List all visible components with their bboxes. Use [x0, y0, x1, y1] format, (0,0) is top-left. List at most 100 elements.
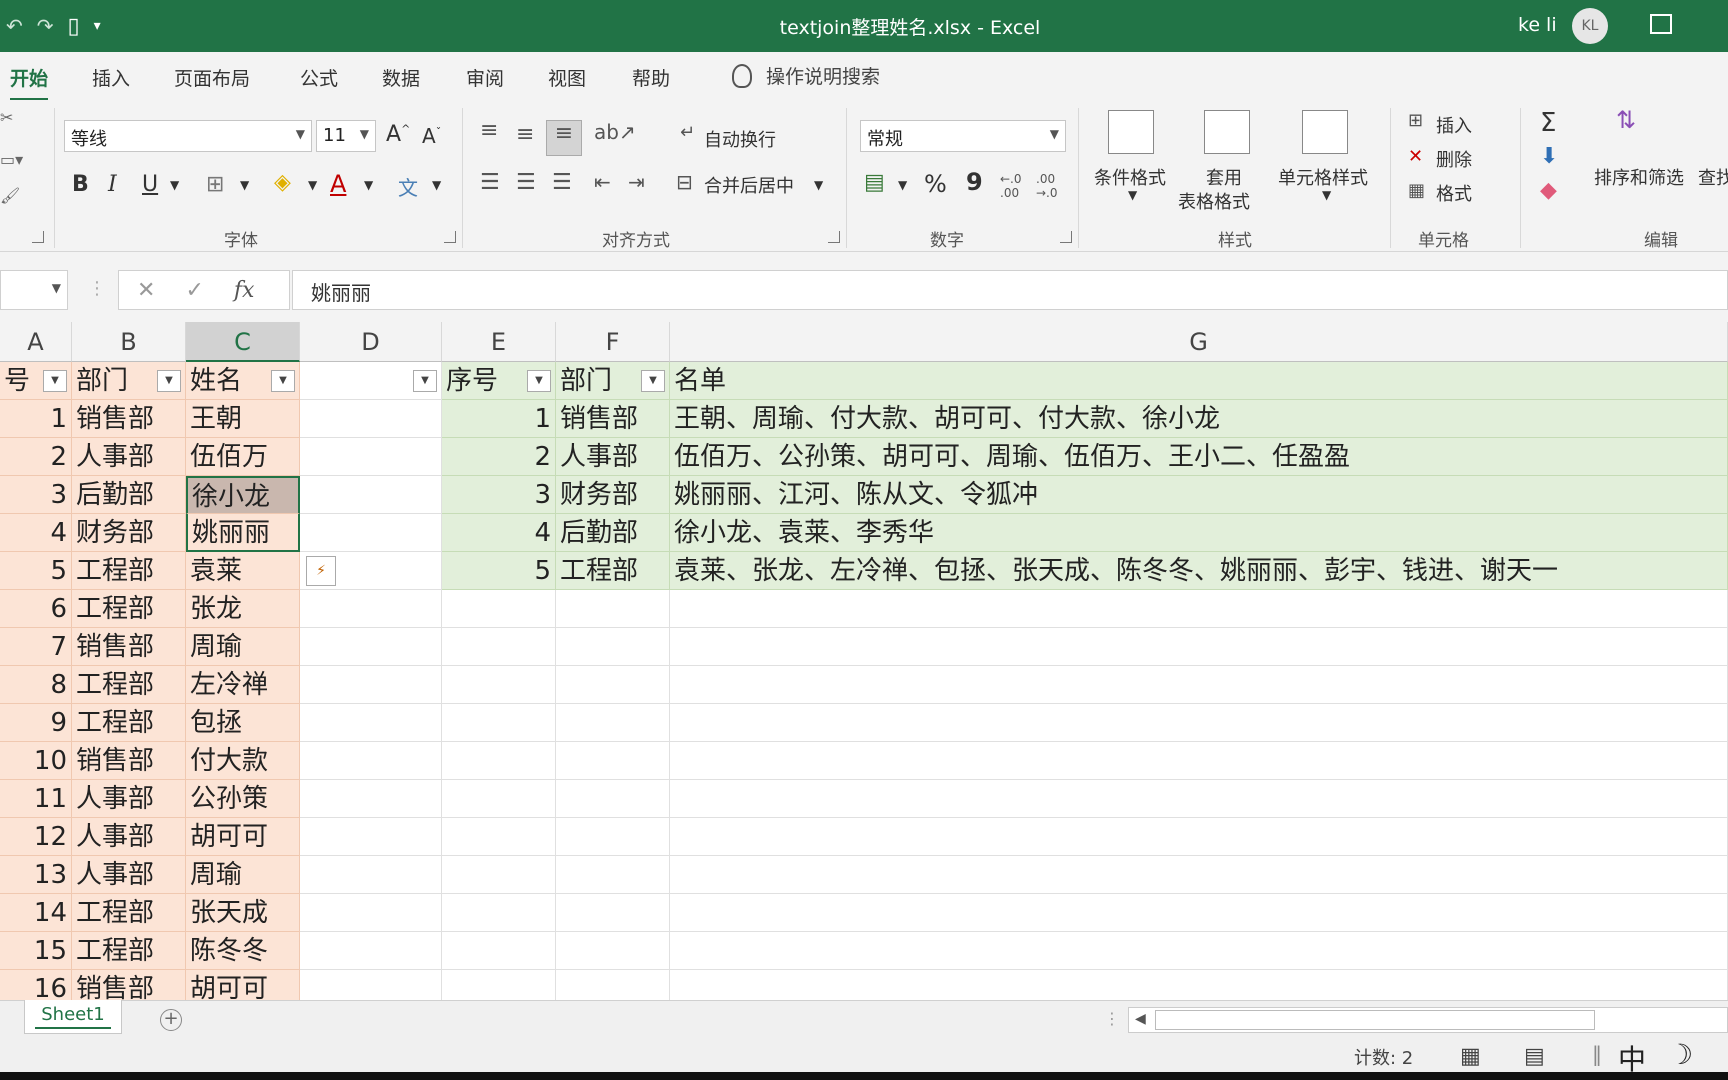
table-row-name[interactable]: 张天成 [186, 894, 300, 932]
column-header-e[interactable]: E [442, 322, 556, 362]
empty-cell[interactable] [442, 894, 556, 932]
merge-center-icon[interactable]: ⊟ [676, 170, 693, 194]
percent-button[interactable]: % [924, 170, 947, 198]
empty-cell[interactable] [442, 590, 556, 628]
cell-d1[interactable]: ▼ [300, 362, 442, 400]
cell-d[interactable] [300, 514, 442, 552]
empty-cell[interactable] [670, 856, 1728, 894]
table-row-number[interactable]: 9 [0, 704, 72, 742]
cell-d[interactable] [300, 666, 442, 704]
cell-d[interactable] [300, 932, 442, 970]
phonetic-guide-icon[interactable]: 文 [398, 172, 418, 201]
chevron-down-icon[interactable]: ▼ [1128, 188, 1137, 202]
cell-d[interactable] [300, 894, 442, 932]
delete-cells-button[interactable]: 删除 [1436, 146, 1472, 172]
empty-cell[interactable] [556, 590, 670, 628]
table-row-name[interactable]: 包拯 [186, 704, 300, 742]
empty-cell[interactable] [556, 742, 670, 780]
empty-cell[interactable] [442, 704, 556, 742]
empty-cell[interactable] [670, 628, 1728, 666]
header-cell-e1[interactable]: 序号 ▼ [442, 362, 556, 400]
table-row-department[interactable]: 人事部 [72, 780, 186, 818]
table-row-name-list[interactable]: 伍佰万、公孙策、胡可可、周瑜、伍佰万、王小二、任盈盈 [670, 438, 1728, 476]
chevron-down-icon[interactable]: ▼ [240, 178, 249, 192]
moon-icon[interactable]: ☽ [1668, 1038, 1693, 1071]
empty-cell[interactable] [670, 742, 1728, 780]
table-row-name[interactable]: 王朝 [186, 400, 300, 438]
name-box[interactable]: ▼ [0, 270, 68, 310]
table-row-name[interactable]: 姚丽丽 [186, 514, 300, 552]
horizontal-scrollbar[interactable]: ◀ [1128, 1007, 1728, 1033]
cut-icon[interactable]: ✂ [0, 108, 13, 127]
insert-cells-icon[interactable]: ⊞ [1408, 110, 1423, 131]
insert-function-icon[interactable]: fx [234, 278, 255, 303]
table-row-number[interactable]: 4 [442, 514, 556, 552]
table-row-department[interactable]: 人事部 [72, 856, 186, 894]
table-row-name[interactable]: 张龙 [186, 590, 300, 628]
table-row-number[interactable]: 14 [0, 894, 72, 932]
orientation-icon[interactable]: ab↗ [594, 120, 636, 144]
fill-icon[interactable]: ⬇ [1540, 144, 1558, 169]
column-header-a[interactable]: A [0, 322, 72, 362]
header-cell-g1[interactable]: 名单 [670, 362, 1728, 400]
normal-view-icon[interactable]: ▦ [1460, 1044, 1481, 1069]
cell-styles-button[interactable]: 单元格样式 [1278, 164, 1368, 190]
empty-cell[interactable] [556, 628, 670, 666]
wrap-text-button[interactable]: 自动换行 [704, 126, 776, 152]
filter-dropdown-icon[interactable]: ▼ [43, 370, 67, 392]
fill-color-icon[interactable]: ◈ [274, 170, 291, 195]
empty-cell[interactable] [670, 780, 1728, 818]
empty-cell[interactable] [556, 780, 670, 818]
table-row-number[interactable]: 6 [0, 590, 72, 628]
filter-dropdown-icon[interactable]: ▼ [641, 370, 665, 392]
clear-icon[interactable]: ◆ [1540, 178, 1557, 203]
cell-d[interactable] [300, 856, 442, 894]
number-launcher-icon[interactable] [1060, 231, 1072, 243]
empty-cell[interactable] [442, 818, 556, 856]
table-row-name[interactable]: 周瑜 [186, 628, 300, 666]
header-cell-f1[interactable]: 部门 ▼ [556, 362, 670, 400]
insert-cells-button[interactable]: 插入 [1436, 112, 1472, 138]
conditional-formatting-button[interactable]: 条件格式 [1094, 164, 1166, 190]
chevron-down-icon[interactable]: ▼ [170, 178, 179, 192]
empty-cell[interactable] [670, 818, 1728, 856]
empty-cell[interactable] [670, 894, 1728, 932]
table-row-number[interactable]: 7 [0, 628, 72, 666]
table-row-name[interactable]: 公孙策 [186, 780, 300, 818]
table-row-department[interactable]: 人事部 [556, 438, 670, 476]
tab-insert[interactable]: 插入 [92, 64, 130, 91]
delete-cells-icon[interactable]: ✕ [1408, 146, 1423, 167]
table-row-name[interactable]: 伍佰万 [186, 438, 300, 476]
font-size-combo[interactable]: 11 ▼ [316, 120, 376, 152]
table-row-name-list[interactable]: 姚丽丽、江河、陈从文、令狐冲 [670, 476, 1728, 514]
scroll-left-icon[interactable]: ◀ [1135, 1011, 1146, 1027]
tab-view[interactable]: 视图 [548, 64, 586, 91]
table-row-number[interactable]: 12 [0, 818, 72, 856]
sort-filter-icon[interactable]: ⇅ [1616, 106, 1636, 134]
cell-d[interactable] [300, 628, 442, 666]
cell-d[interactable] [300, 438, 442, 476]
empty-cell[interactable] [556, 932, 670, 970]
table-row-department[interactable]: 销售部 [72, 742, 186, 780]
borders-icon[interactable]: ⊞ [206, 172, 224, 197]
table-row-department[interactable]: 工程部 [72, 590, 186, 628]
cell-d[interactable] [300, 704, 442, 742]
empty-cell[interactable] [442, 742, 556, 780]
table-row-department[interactable]: 工程部 [72, 932, 186, 970]
decrease-indent-icon[interactable]: ⇤ [594, 170, 611, 194]
copy-icon[interactable]: ▭▾ [0, 150, 23, 169]
filter-dropdown-icon[interactable]: ▼ [271, 370, 295, 392]
table-row-department[interactable]: 工程部 [556, 552, 670, 590]
comma-style-button[interactable]: 9 [966, 168, 983, 196]
format-cells-button[interactable]: 格式 [1436, 180, 1472, 206]
format-cells-icon[interactable]: ▦ [1408, 180, 1425, 201]
sheet-tab-sheet1[interactable]: Sheet1 [24, 1000, 122, 1034]
table-row-number[interactable]: 4 [0, 514, 72, 552]
empty-cell[interactable] [442, 856, 556, 894]
ribbon-display-options-icon[interactable] [1650, 14, 1672, 34]
table-row-name[interactable]: 左冷禅 [186, 666, 300, 704]
tab-review[interactable]: 审阅 [466, 64, 504, 91]
empty-cell[interactable] [670, 932, 1728, 970]
italic-button[interactable]: I [108, 172, 117, 197]
cell-d[interactable] [300, 818, 442, 856]
